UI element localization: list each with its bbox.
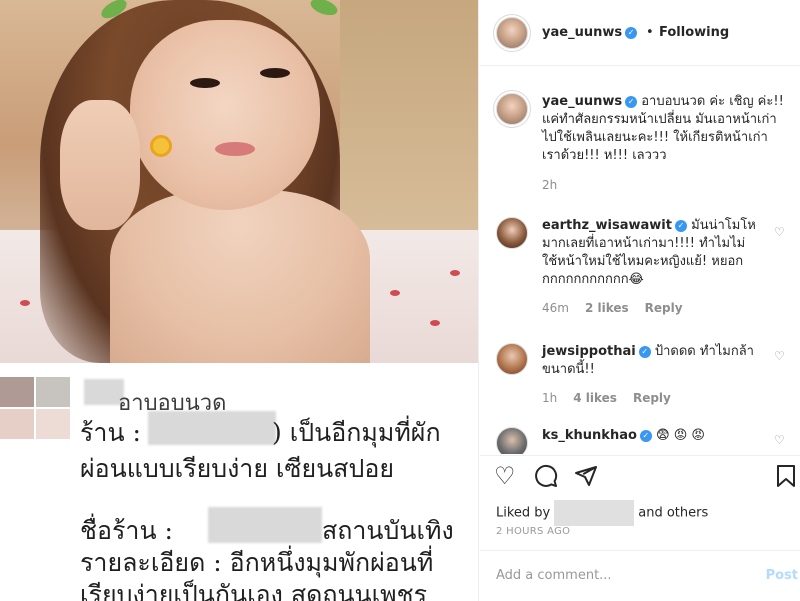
- comment-line: มากเลยที่เอาหน้าเก่ามา!!!! ทำไมไม่: [542, 236, 746, 251]
- photo-body: [110, 190, 370, 363]
- comment-text: earthz_wisawawit ✓ มันน่าโมโห มากเลยที่เอ…: [542, 217, 772, 289]
- post-timestamp: 2 HOURS AGO: [496, 526, 571, 537]
- media-line1-label: ร้าน :: [80, 418, 141, 447]
- comment-meta: 46m 2 likes Reply: [542, 301, 699, 315]
- liked-by-prefix: Liked by: [496, 505, 551, 521]
- comment-like-icon[interactable]: ♡: [774, 349, 785, 363]
- caption-username[interactable]: yae_uunws: [542, 94, 622, 109]
- comment-username[interactable]: jewsippothai: [542, 344, 636, 359]
- comment-text: jewsippothai ✓ ป้าดดด ทำไมกล้า ขนาดนี้!!: [542, 343, 772, 379]
- instagram-post: อาบอบนวด ร้าน : ) เป็นอีกมุมที่ผัก ผ่อนแ…: [0, 0, 800, 601]
- post-media[interactable]: อาบอบนวด ร้าน : ) เป็นอีกมุมที่ผัก ผ่อนแ…: [0, 0, 479, 601]
- caption-time: 2h: [542, 178, 558, 192]
- comment-likes[interactable]: 4 likes: [573, 391, 617, 405]
- reply-button[interactable]: Reply: [645, 301, 683, 315]
- reply-button[interactable]: Reply: [633, 391, 671, 405]
- caption-line3: ไปใช้เพลินเลยนะคะ!!! ให้เกียรติหน้าเก่า: [542, 130, 768, 145]
- photo-leaf: [308, 0, 340, 19]
- verified-badge-icon: ✓: [674, 219, 687, 232]
- photo-flower: [150, 135, 172, 157]
- redacted-block: [148, 411, 276, 445]
- add-comment-input[interactable]: Add a comment...: [496, 568, 612, 583]
- post-photo: [0, 0, 478, 363]
- petal: [450, 270, 460, 276]
- caption-line2: แค่ทำศัลยกรรมหน้าเปลี่ยน มันเอาหน้าเก่า: [542, 112, 777, 127]
- comments-list[interactable]: yae_uunws ✓ อาบอบนวด ค่ะ เชิญ ค่ะ!! แค่ทำ…: [480, 67, 800, 454]
- header-avatar[interactable]: [496, 17, 528, 49]
- verified-badge-icon: ✓: [638, 345, 651, 358]
- caption-line1: อาบอบนวด ค่ะ เชิญ ค่ะ!!: [641, 94, 784, 109]
- comment-time: 1h: [542, 391, 558, 405]
- comment-meta: 1h 4 likes Reply: [542, 391, 687, 405]
- media-line2: ผ่อนแบบเรียบง่าย เซียนสปอย: [80, 454, 394, 483]
- comment-username[interactable]: earthz_wisawawit: [542, 218, 672, 233]
- redacted-username: [554, 500, 635, 526]
- comment-like-icon[interactable]: ♡: [774, 433, 785, 447]
- caption-line4: เราด้วย!!! ห!!! เลววว: [542, 148, 667, 163]
- comment-likes[interactable]: 2 likes: [585, 301, 629, 315]
- post-sidebar: yae_uunws ✓ • Following yae_uunws ✓ อาบอบน…: [480, 0, 800, 601]
- following-button[interactable]: Following: [659, 25, 729, 40]
- verified-badge-icon: ✓: [639, 429, 652, 442]
- post-header: yae_uunws ✓ • Following: [480, 0, 800, 66]
- verified-badge-icon: ✓: [625, 26, 638, 39]
- photo-wall: [340, 0, 478, 230]
- comment-username[interactable]: ks_khunkhao: [542, 428, 637, 443]
- comment-like-icon[interactable]: ♡: [774, 225, 785, 239]
- post-button[interactable]: Post: [766, 568, 798, 583]
- heart-icon[interactable]: ♡: [494, 464, 516, 488]
- liked-by-suffix[interactable]: and others: [638, 506, 708, 521]
- bookmark-icon[interactable]: [776, 464, 796, 492]
- comment-line: กกกกกกกกกกก😂: [542, 272, 644, 287]
- verified-badge-icon: ✓: [625, 95, 638, 108]
- photo-eye: [190, 78, 220, 88]
- post-actions: ♡ Liked by and others 2 HOURS AGO: [480, 455, 800, 550]
- comment-line: ป้าดดด ทำไมกล้า: [654, 344, 754, 359]
- comment-line: ขนาดนี้!!: [542, 362, 595, 377]
- caption-avatar[interactable]: [496, 93, 528, 125]
- petal: [20, 300, 30, 306]
- media-line1-text: ) เป็นอีกมุมที่ผัก: [272, 418, 441, 447]
- caption-text: yae_uunws ✓ อาบอบนวด ค่ะ เชิญ ค่ะ!! แค่ทำ…: [542, 93, 792, 165]
- photo-eye: [260, 68, 290, 78]
- media-text-card: อาบอบนวด ร้าน : ) เป็นอีกมุมที่ผัก ผ่อนแ…: [0, 363, 478, 601]
- media-line5: เรียบง่ายเป็นกันเอง สดถนนเพชร: [80, 580, 428, 601]
- comment-avatar[interactable]: [496, 217, 528, 249]
- photo-hand: [60, 100, 140, 230]
- share-icon[interactable]: [574, 464, 598, 492]
- petal: [430, 320, 440, 326]
- header-username-text[interactable]: yae_uunws: [542, 25, 622, 40]
- add-comment-bar: Add a comment... Post: [480, 550, 800, 601]
- blurred-thumbnails: [0, 377, 70, 439]
- comment-line: 😨 😡 😡: [656, 428, 705, 443]
- comment-line: ใช้หน้าใหม่ใช้ไหมคะหญิงแย้! หยอก: [542, 254, 744, 269]
- comment-text: ks_khunkhao ✓ 😨 😡 😡: [542, 427, 772, 445]
- comment-time: 46m: [542, 301, 569, 315]
- header-separator: •: [646, 25, 654, 40]
- liked-by: Liked by and others: [496, 500, 708, 526]
- comment-avatar[interactable]: [496, 343, 528, 375]
- comment-line: มันน่าโมโห: [691, 218, 756, 233]
- comment-icon[interactable]: [534, 464, 558, 492]
- photo-face: [130, 20, 320, 210]
- redacted-block: [208, 507, 322, 543]
- photo-lips: [215, 142, 255, 156]
- comment-avatar[interactable]: [496, 427, 528, 454]
- header-username[interactable]: yae_uunws ✓: [542, 25, 638, 40]
- petal: [390, 290, 400, 296]
